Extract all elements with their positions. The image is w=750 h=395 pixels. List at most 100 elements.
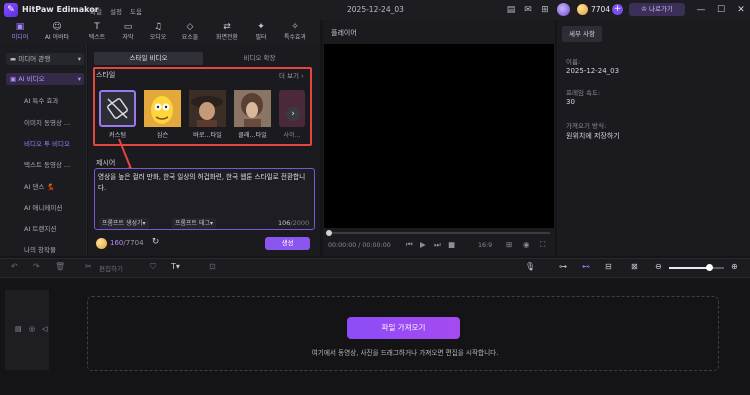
upgrade-button[interactable]: ♔ 나로가기: [629, 3, 685, 16]
next-styles-button[interactable]: ›: [286, 107, 300, 121]
add-credits-button[interactable]: +: [612, 4, 623, 15]
video-preview[interactable]: [324, 44, 554, 228]
undo-icon[interactable]: ↶: [11, 262, 18, 271]
ai-video-icon: ▣: [10, 75, 19, 83]
style-label-classic: 클래...타일: [238, 132, 267, 139]
tab-ai-avatar[interactable]: ☺ AI 아바타: [42, 22, 72, 44]
more-styles-link[interactable]: 더 보기 ›: [279, 70, 304, 80]
style-label-baroque: 바로...타일: [193, 132, 222, 139]
menu-help[interactable]: 도움: [130, 6, 142, 16]
magnet-icon[interactable]: ⊷: [582, 262, 590, 271]
folder-icon: ▬: [10, 55, 19, 63]
import-file-button[interactable]: 파일 가져오기: [347, 317, 460, 339]
text-tool-icon[interactable]: T▾: [171, 262, 180, 271]
delete-icon[interactable]: 🗑: [55, 262, 65, 271]
style-thumb-simpsons[interactable]: [144, 90, 181, 127]
fullscreen-icon[interactable]: ⛶: [540, 240, 545, 250]
edit-button[interactable]: 편집하기: [99, 263, 123, 273]
text-icon: T: [94, 22, 100, 32]
sidebar-item-image-to-video[interactable]: 이미지 동영상 ...: [20, 117, 86, 129]
zoom-slider-fill: [669, 267, 709, 269]
upgrade-crown-icon: ♔: [641, 5, 649, 13]
timecode: 00:00:00 / 00:00:00: [328, 242, 391, 249]
prev-frame-icon[interactable]: ⏮: [406, 240, 413, 250]
tab-video-extend[interactable]: 비디오 확장: [205, 52, 314, 65]
redo-icon[interactable]: ↷: [33, 262, 40, 271]
chevron-right-icon: ›: [291, 109, 295, 119]
stop-icon[interactable]: ■: [448, 240, 455, 249]
zoom-slider-handle[interactable]: [706, 264, 713, 271]
link-icon[interactable]: ⊶: [559, 262, 567, 271]
layout-icon[interactable]: ⊞: [539, 4, 551, 16]
prompt-text[interactable]: 영상을 높은 컬러 만화, 한국 일상의 허겁화련, 한국 웹툰 스타일로 전환…: [98, 172, 306, 193]
play-icon[interactable]: ▶: [420, 240, 426, 249]
style-thumb-custom[interactable]: [99, 90, 136, 127]
track-mute-icon[interactable]: ◁: [42, 325, 47, 333]
simpsons-thumbnail: [144, 90, 181, 127]
music-icon: ♫: [153, 22, 163, 32]
sidebar-item-my-creations[interactable]: 나의 창작물: [20, 244, 86, 256]
track-lock-icon[interactable]: ▤: [15, 325, 22, 333]
generation-cost: 160/7704: [110, 239, 144, 247]
refresh-icon[interactable]: ↻: [150, 237, 161, 248]
prompt-generator-button[interactable]: 프롬프트 생성기▾: [99, 218, 149, 229]
tab-elements[interactable]: ◇ 요소들: [175, 22, 205, 44]
split-view-icon[interactable]: ⊟: [605, 262, 612, 271]
next-frame-icon[interactable]: ⏭: [434, 240, 441, 250]
fps-label: 프레임 속도:: [566, 89, 601, 97]
sidebar-item-text-to-video[interactable]: 텍스트 동영상 ...: [20, 159, 86, 171]
style-thumb-classic[interactable]: [234, 90, 271, 127]
close-icon[interactable]: ✕: [734, 3, 748, 17]
tab-transitions[interactable]: ⇄ 화면전환: [212, 22, 242, 44]
volume-icon[interactable]: ◉: [523, 240, 530, 249]
tab-audio[interactable]: ♫ 오디오: [143, 22, 173, 44]
tab-text[interactable]: T 텍스트: [82, 22, 112, 44]
tutorial-icon[interactable]: ▤: [505, 4, 517, 16]
avatar[interactable]: [557, 3, 570, 16]
app-title: HitPaw Edimakor: [22, 5, 99, 14]
microphone-icon[interactable]: 🎙: [525, 262, 535, 271]
name-label: 이름:: [566, 58, 581, 66]
sidebar-item-video-to-video[interactable]: 비디오 투 비디오: [20, 138, 86, 150]
shield-icon[interactable]: ⛉: [150, 262, 156, 272]
sidebar-item-ai-animation[interactable]: AI 애니메이션: [20, 202, 86, 214]
zoom-out-icon[interactable]: ⊖: [655, 262, 662, 271]
track-visibility-icon[interactable]: ◎: [29, 325, 35, 333]
generate-button[interactable]: 생성: [265, 237, 310, 250]
sidebar-item-ai-video[interactable]: ▣ AI 비디오 ▾: [6, 73, 84, 85]
crop-icon[interactable]: ⊡: [209, 262, 216, 271]
avatar-icon: ☺: [52, 22, 62, 32]
subtitle-icon: ▭: [123, 22, 133, 32]
sidebar-item-media-library[interactable]: ▬ 미디어 관행 ▾: [6, 53, 84, 65]
feedback-icon[interactable]: ✉: [522, 4, 534, 16]
snapshot-icon[interactable]: ⊞: [506, 240, 512, 249]
name-value: 2025-12-24_03: [566, 67, 620, 75]
menu-file[interactable]: 파일: [90, 6, 102, 16]
elements-icon: ◇: [186, 22, 194, 32]
menu-settings[interactable]: 설정: [110, 6, 122, 16]
zoom-in-icon[interactable]: ⊕: [731, 262, 738, 271]
scrubber-handle[interactable]: [326, 230, 332, 236]
sidebar-item-ai-dance[interactable]: AI 댄스 💃: [20, 181, 86, 193]
tab-media[interactable]: ▣ 미디어: [5, 22, 35, 44]
sidebar-item-ai-transition[interactable]: AI 트랜지션: [20, 223, 86, 235]
style-thumb-baroque[interactable]: [189, 90, 226, 127]
sidebar-item-ai-special-effects[interactable]: AI 특수 효과: [20, 95, 86, 107]
fit-timeline-icon[interactable]: ⊠: [631, 262, 638, 271]
tab-style-video[interactable]: 스타일 비디오: [94, 52, 203, 65]
maximize-icon[interactable]: ☐: [714, 3, 728, 17]
tab-details[interactable]: 세부 사항: [562, 26, 602, 42]
tab-effects[interactable]: ✧ 특수효과: [280, 22, 310, 44]
style-label-custom: 커스텀: [108, 132, 127, 139]
import-mode-label: 가져오기 방식:: [566, 122, 607, 130]
drop-hint: 여기에서 동영상, 사진을 드래그하거나 가져오면 편집을 시작합니다.: [311, 349, 499, 357]
minimize-icon[interactable]: —: [694, 3, 708, 17]
prompt-label: 제시어: [96, 159, 116, 167]
aspect-ratio-select[interactable]: 16:9: [478, 242, 492, 249]
tab-filters[interactable]: ✦ 필터: [246, 22, 276, 44]
playback-scrubber[interactable]: [328, 232, 550, 234]
prompt-tag-button[interactable]: 프롬프트 태그▾: [172, 218, 217, 229]
tab-subtitle[interactable]: ▭ 자막: [113, 22, 143, 44]
split-icon[interactable]: ✂: [85, 262, 92, 271]
project-title: 2025-12-24_03: [347, 5, 404, 14]
